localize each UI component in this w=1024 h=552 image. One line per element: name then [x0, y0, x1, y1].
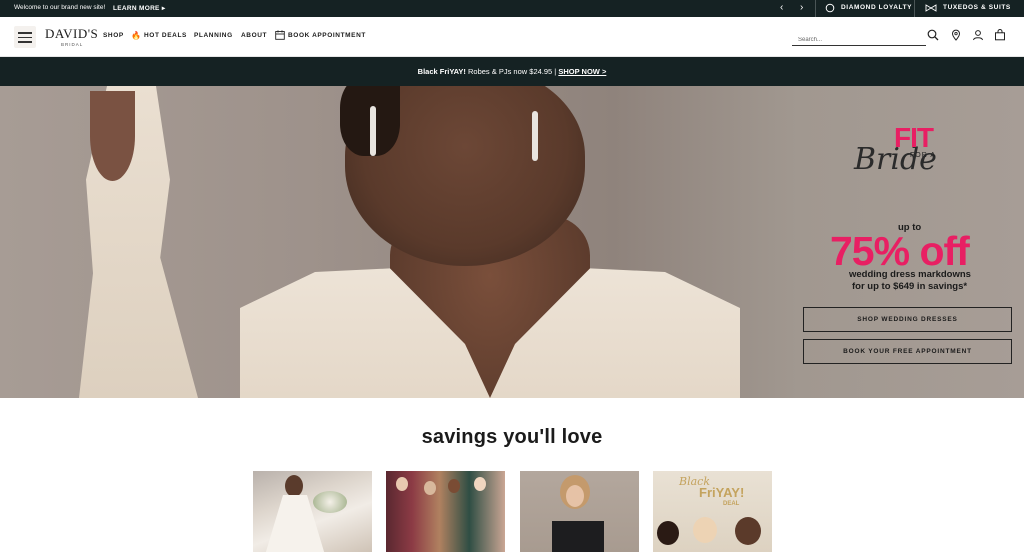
banner-text: Robes & PJs now $24.95 |: [465, 67, 559, 76]
fit-headline: FIT: [894, 122, 934, 153]
savings-tile-evening[interactable]: [520, 471, 639, 552]
nav-shop[interactable]: SHOP: [103, 32, 124, 39]
banner-strong: Black FriYAY!: [417, 67, 466, 76]
learn-more-link[interactable]: LEARN MORE ▸: [113, 4, 165, 12]
tile-person: [693, 517, 717, 543]
section-title: savings you'll love: [421, 426, 603, 448]
loyalty-ring-icon: [825, 3, 835, 13]
savings-tile-bridesmaids[interactable]: [386, 471, 505, 552]
tuxedos-suits-link[interactable]: TUXEDOS & SUITS: [943, 4, 1011, 11]
book-appointment-button[interactable]: BOOK YOUR FREE APPOINTMENT: [803, 339, 1012, 364]
nav-about[interactable]: ABOUT: [241, 32, 267, 39]
nav-book-appointment[interactable]: BOOK APPOINTMENT: [288, 32, 366, 39]
tile-person: [448, 479, 460, 493]
shop-now-link[interactable]: SHOP NOW >: [558, 67, 606, 76]
discount-percent: 75% off: [830, 228, 970, 274]
earring-left: [370, 106, 376, 156]
flame-icon: 🔥: [131, 31, 142, 40]
markdown-text: wedding dress markdowns: [849, 269, 971, 280]
search-input[interactable]: [792, 32, 912, 48]
tile-person: [424, 481, 436, 495]
promo-banner: Black FriYAY! Robes & PJs now $24.95 | S…: [0, 57, 1024, 86]
divider: [914, 0, 915, 17]
search-box: [792, 28, 926, 48]
tile-black-dress: [552, 521, 604, 552]
tile-person: [657, 521, 679, 545]
top-announcement-bar: Welcome to our brand new site! LEARN MOR…: [0, 0, 1024, 17]
tile-friyay-text: FriYAY!: [699, 485, 745, 500]
welcome-text: Welcome to our brand new site!: [14, 4, 106, 11]
logo[interactable]: DAVID'S: [45, 26, 98, 42]
caret-right-icon: ▸: [161, 5, 166, 12]
logo-subtitle: BRIDAL: [61, 42, 84, 47]
chevron-right-icon[interactable]: ›: [800, 2, 803, 13]
location-pin-icon[interactable]: [950, 29, 962, 41]
account-icon[interactable]: [972, 29, 984, 41]
shop-wedding-dresses-button[interactable]: SHOP WEDDING DRESSES: [803, 307, 1012, 332]
chevron-left-icon[interactable]: ‹: [780, 2, 783, 13]
shopping-bag-icon[interactable]: [994, 29, 1006, 41]
nav-hot-deals[interactable]: HOT DEALS: [144, 32, 187, 39]
earring-right: [532, 111, 538, 161]
hero-banner: Bride FIT FOR A up to 75% off wedding dr…: [0, 86, 1024, 398]
savings-text: for up to $649 in savings*: [852, 281, 968, 292]
diamond-loyalty-link[interactable]: DIAMOND LOYALTY: [841, 4, 912, 11]
divider: [815, 0, 816, 17]
tile-model-face: [566, 485, 584, 507]
menu-icon[interactable]: [14, 26, 36, 48]
bowtie-icon: [925, 4, 937, 12]
calendar-icon: [275, 30, 285, 40]
tile-person: [474, 477, 486, 491]
tile-person: [396, 477, 408, 491]
model-back-skin: [90, 91, 135, 181]
tile-person: [735, 517, 761, 545]
search-icon[interactable]: [927, 29, 939, 41]
tile-deal-text: DEAL: [723, 501, 740, 507]
nav-planning[interactable]: PLANNING: [194, 32, 233, 39]
tile-flowers: [313, 491, 347, 513]
hero-promo: Bride FIT FOR A up to 75% off wedding dr…: [790, 86, 1024, 398]
main-navigation: DAVID'S BRIDAL SHOP 🔥 HOT DEALS PLANNING…: [0, 17, 1024, 57]
tile-bride-head: [285, 475, 303, 497]
for-a-text: FOR A: [910, 152, 937, 159]
savings-tile-friyay[interactable]: Black FriYAY! DEAL: [653, 471, 772, 552]
savings-tile-bride[interactable]: [253, 471, 372, 552]
